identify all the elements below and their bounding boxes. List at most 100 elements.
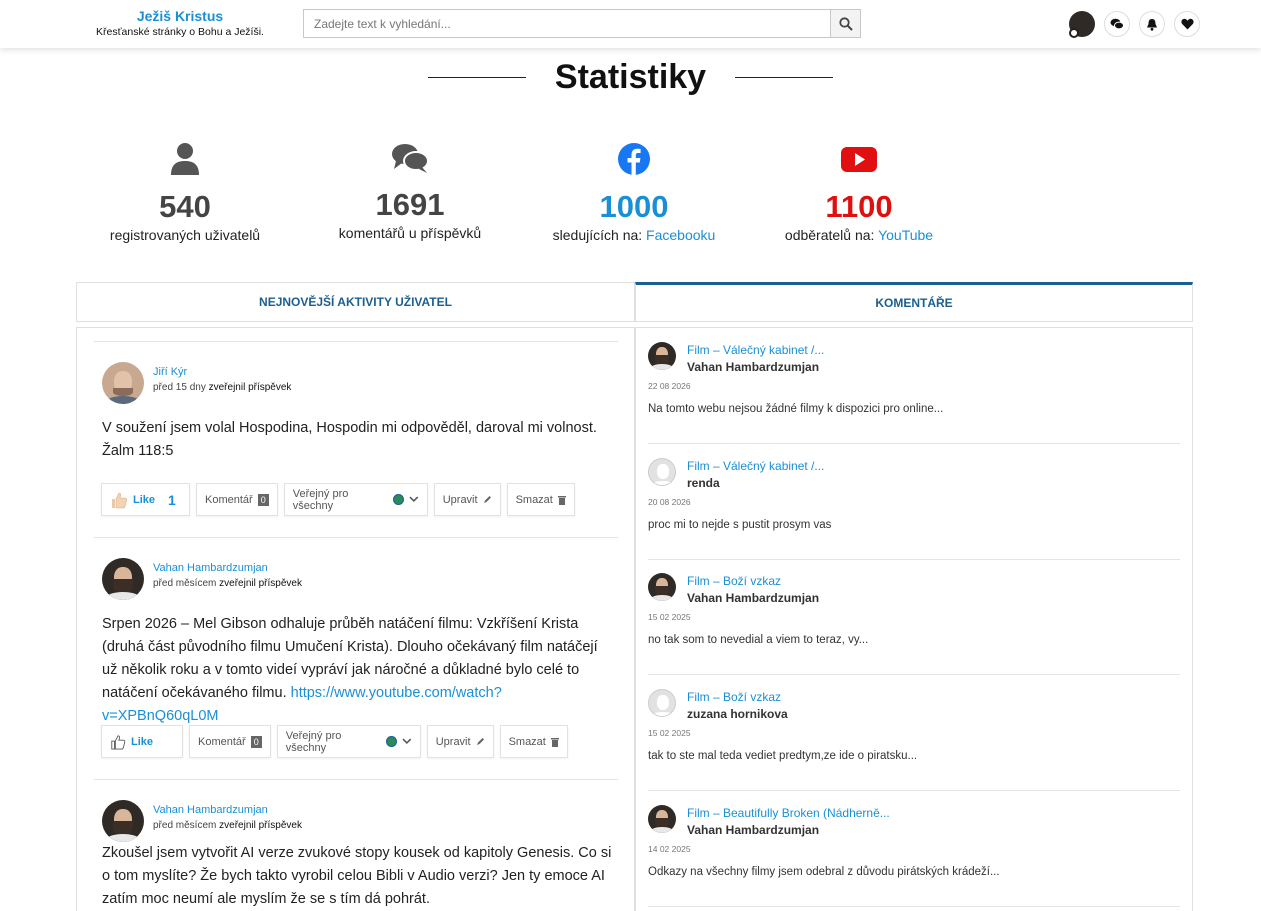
thumbs-up-icon xyxy=(112,492,127,508)
search-bar xyxy=(303,9,861,38)
avatar[interactable] xyxy=(102,800,144,842)
pencil-icon xyxy=(476,738,484,745)
top-navbar: Ježiš Kristus Křesťanské stránky o Bohu … xyxy=(0,0,1261,48)
comment-author: Vahan Hambardzumjan xyxy=(687,591,820,605)
comment-post-link[interactable]: Film – Válečný kabinet /... xyxy=(687,343,824,357)
facebook-icon xyxy=(618,143,650,175)
header-icons xyxy=(1069,11,1200,38)
like-button[interactable]: Like xyxy=(101,725,183,758)
comment-post-link[interactable]: Film – Beautifully Broken (Nádherně... xyxy=(687,806,890,820)
tab-comments[interactable]: KOMENTÁŘE xyxy=(635,282,1193,322)
activity-feed: Jiří Kýr před 15 dny zveřejnil příspěvek… xyxy=(76,327,635,911)
comment-text: Odkazy na všechny filmy jsem odebral z d… xyxy=(648,866,1000,878)
delete-button[interactable]: Smazat xyxy=(506,483,575,516)
globe-icon xyxy=(393,494,405,505)
visibility-select[interactable]: Veřejný pro všechny xyxy=(276,725,421,758)
comment-item: Film – Válečný kabinet /... renda 20 08 … xyxy=(648,444,1180,560)
comment-author: zuzana hornikova xyxy=(687,707,788,721)
comment-post-link[interactable]: Film – Válečný kabinet /... xyxy=(687,459,824,473)
comment-button[interactable]: Komentář 0 xyxy=(189,725,271,758)
notifications-button[interactable] xyxy=(1139,11,1165,37)
delete-label: Smazat xyxy=(508,735,546,748)
like-count: 1 xyxy=(168,491,176,508)
trash-icon xyxy=(557,495,566,505)
post-meta: Jiří Kýr před 15 dny zveřejnil příspěvek xyxy=(153,366,291,404)
post-meta: Vahan Hambardzumjan před měsícem zveřejn… xyxy=(153,562,302,600)
search-input[interactable] xyxy=(304,10,832,37)
default-avatar[interactable] xyxy=(648,689,676,717)
stat-youtube-label: odběratelů na: YouTube xyxy=(749,227,969,243)
comment-author: Vahan Hambardzumjan xyxy=(687,823,820,837)
post-header: Jiří Kýr před 15 dny zveřejnil příspěvek xyxy=(102,362,291,404)
like-button[interactable]: Like 1 xyxy=(101,483,190,516)
stat-users-label: registrovaných uživatelů xyxy=(109,227,261,243)
comment-button[interactable]: Komentář 0 xyxy=(196,483,278,516)
comments-icon xyxy=(392,144,429,173)
post-action: zveřejnil příspěvek xyxy=(208,382,292,393)
edit-button[interactable]: Upravit xyxy=(426,725,494,758)
comment-post-link[interactable]: Film – Boží vzkaz xyxy=(687,574,781,588)
post-time: před měsícem zveřejnil příspěvek xyxy=(153,820,302,831)
comment-author: renda xyxy=(687,476,720,490)
trash-icon xyxy=(550,737,559,747)
site-subtitle: Křesťanské stránky o Bohu a Ježíši. xyxy=(96,26,264,38)
messages-button[interactable] xyxy=(1104,11,1130,37)
page-title: Statistiky xyxy=(554,58,707,96)
post-text: Srpen 2026 – Mel Gibson odhaluje průběh … xyxy=(102,613,614,728)
stat-comments: 1691 komentářů u příspěvků xyxy=(300,142,520,241)
comment-date: 20 08 2026 xyxy=(648,497,691,507)
post-time: před 15 dny zveřejnil příspěvek xyxy=(153,382,291,393)
avatar[interactable] xyxy=(648,573,676,601)
avatar[interactable] xyxy=(102,558,144,600)
comment-label: Komentář xyxy=(205,493,253,506)
post-text: V soužení jsem volal Hospodina, Hospodin… xyxy=(102,420,597,459)
comment-label: Komentář xyxy=(198,735,246,748)
youtube-link[interactable]: YouTube xyxy=(878,227,933,243)
chevron-down-icon xyxy=(409,496,419,503)
site-title[interactable]: Ježiš Kristus xyxy=(80,8,280,24)
youtube-icon xyxy=(841,147,877,172)
search-icon xyxy=(838,16,853,31)
avatar[interactable] xyxy=(648,805,676,833)
favorites-button[interactable] xyxy=(1174,11,1200,37)
post-actions: Like Komentář 0 Veřejný pro všechny Upra… xyxy=(101,725,568,758)
delete-button[interactable]: Smazat xyxy=(499,725,568,758)
heart-icon xyxy=(1180,18,1194,30)
heading-divider-right xyxy=(734,77,833,78)
post-author[interactable]: Vahan Hambardzumjan xyxy=(153,562,302,574)
site-brand[interactable]: Ježiš Kristus Křesťanské stránky o Bohu … xyxy=(80,8,280,38)
stat-youtube-label-text: odběratelů na: xyxy=(784,227,875,243)
post-author[interactable]: Jiří Kýr xyxy=(153,366,291,378)
comment-date: 14 02 2025 xyxy=(648,844,691,854)
stat-facebook-label: sledujících na: Facebooku xyxy=(524,227,744,243)
comment-post-link[interactable]: Film – Boží vzkaz xyxy=(687,690,781,704)
avatar[interactable] xyxy=(648,342,676,370)
post-time-ago: před měsícem xyxy=(153,578,217,589)
post-header: Vahan Hambardzumjan před měsícem zveřejn… xyxy=(102,800,302,842)
stats-heading: Statistiky xyxy=(0,58,1261,97)
search-button[interactable] xyxy=(830,10,860,37)
comment-date: 22 08 2026 xyxy=(648,381,691,391)
tab-user-activity[interactable]: NEJNOVĚJŠÍ AKTIVITY UŽIVATEL xyxy=(76,282,635,322)
post-time: před měsícem zveřejnil příspěvek xyxy=(153,578,302,589)
edit-label: Upravit xyxy=(442,493,478,506)
comment-date: 15 02 2025 xyxy=(648,612,691,622)
status-indicator xyxy=(1069,28,1079,38)
visibility-label: Veřejný pro všechny xyxy=(292,487,349,512)
facebook-link[interactable]: Facebooku xyxy=(646,227,715,243)
stat-users-value: 540 xyxy=(159,189,211,224)
stat-facebook-value: 1000 xyxy=(599,189,669,224)
comment-item: Film – Válečný kabinet /... Vahan Hambar… xyxy=(648,328,1180,444)
visibility-select[interactable]: Veřejný pro všechny xyxy=(283,483,428,516)
post-author[interactable]: Vahan Hambardzumjan xyxy=(153,804,302,816)
comment-author: Vahan Hambardzumjan xyxy=(687,360,820,374)
visibility-label: Veřejný pro všechny xyxy=(285,729,342,754)
comment-text: Na tomto webu nejsou žádné filmy k dispo… xyxy=(648,403,944,415)
comment-text: no tak som to nevedial a viem to teraz, … xyxy=(648,634,869,646)
avatar[interactable] xyxy=(102,362,144,404)
user-avatar[interactable] xyxy=(1069,11,1095,38)
like-label: Like xyxy=(133,493,156,506)
edit-button[interactable]: Upravit xyxy=(433,483,501,516)
default-avatar[interactable] xyxy=(648,458,676,486)
heading-divider-left xyxy=(428,77,527,78)
